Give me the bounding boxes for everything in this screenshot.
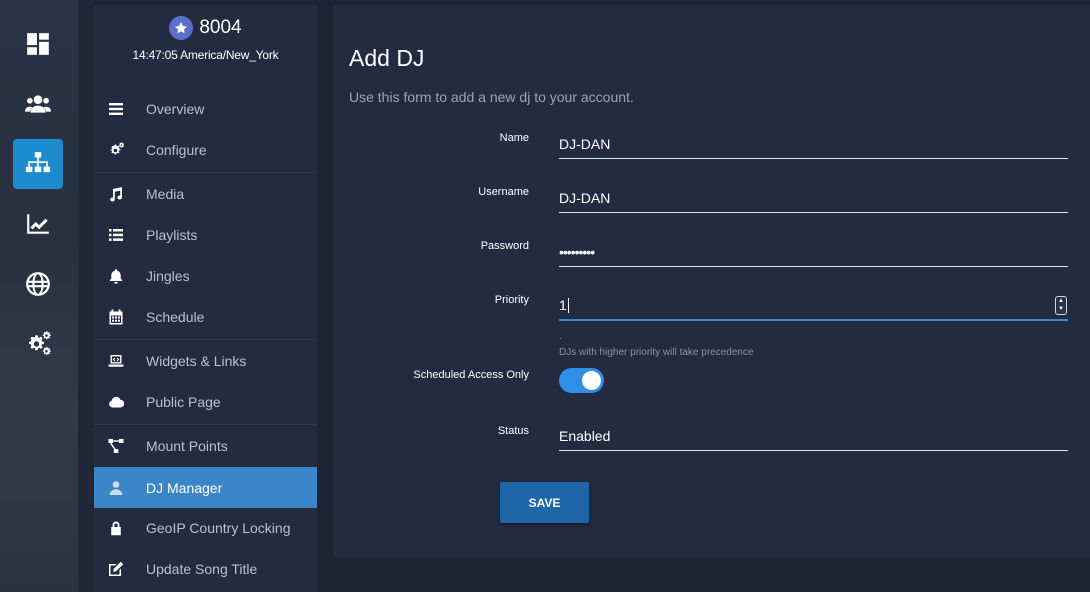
sidebar-item-label: Public Page — [146, 393, 221, 410]
sidebar-item-label: Widgets & Links — [146, 352, 247, 369]
chart-line-icon — [27, 214, 49, 234]
music-icon — [108, 186, 124, 202]
dashboard-icon — [27, 33, 49, 55]
add-dj-card: Add DJ Use this form to add a new dj to … — [333, 5, 1090, 558]
server-title: 8004 — [94, 16, 317, 40]
users-icon — [25, 95, 51, 113]
calendar-icon — [108, 309, 124, 325]
sidebar-item-public-page[interactable]: Public Page — [94, 381, 317, 422]
page-description: Use this form to add a new dj to your ac… — [349, 89, 634, 105]
server-clock: 14:47:05 America/New_York — [132, 48, 279, 62]
sidebar-item-label: Media — [146, 185, 185, 202]
priority-value-wrap: 1 — [559, 297, 1055, 314]
list-icon — [108, 227, 124, 243]
rail-stats[interactable] — [13, 199, 63, 249]
rail-sitemap[interactable] — [13, 139, 63, 189]
sidebar-item-label: Configure — [146, 141, 207, 158]
scheduled-access-toggle[interactable] — [559, 368, 604, 393]
username-value: DJ-DAN — [559, 189, 611, 206]
name-label: Name — [499, 132, 529, 144]
chevron-down-icon[interactable]: ▼ — [1058, 306, 1064, 312]
sidebar-item-label: Mount Points — [146, 437, 228, 454]
sidebar-item-widgets-links[interactable]: Widgets & Links — [94, 340, 317, 381]
icon-rail — [0, 0, 78, 592]
rail-users[interactable] — [13, 79, 63, 129]
priority-value: 1 — [559, 296, 567, 313]
toggle-knob — [582, 371, 601, 390]
password-label: Password — [480, 240, 529, 252]
text-caret — [567, 298, 569, 314]
rail-divider — [78, 0, 94, 592]
lock-icon — [108, 520, 124, 536]
scheduled-access-label: Scheduled Access Only — [413, 369, 529, 381]
sidebar-item-jingles[interactable]: Jingles — [94, 255, 317, 296]
priority-label: Priority — [494, 294, 529, 306]
sitemap-icon — [25, 152, 51, 173]
sidebar-item-label: Schedule — [146, 308, 205, 325]
name-value: DJ-DAN — [559, 135, 611, 152]
priority-stepper[interactable]: ▲ ▼ — [1055, 295, 1067, 315]
laptop-code-icon — [108, 353, 124, 369]
server-name: 8004 — [199, 17, 242, 38]
priority-field[interactable]: 1 ▲ ▼ — [559, 291, 1068, 321]
rail-globe[interactable] — [13, 259, 63, 309]
cogs-icon — [29, 331, 51, 356]
password-field[interactable]: ••••••••• — [559, 237, 1068, 267]
user-icon — [108, 480, 124, 496]
password-value: ••••••••• — [559, 243, 595, 260]
cloud-icon — [108, 394, 124, 410]
bars-icon — [108, 101, 124, 117]
server-header: 8004 14:47:05 America/New_York — [94, 5, 317, 87]
sidebar-item-schedule[interactable]: Schedule — [94, 296, 317, 337]
sidebar-item-configure[interactable]: Configure — [94, 129, 317, 170]
status-select[interactable]: Enabled — [559, 421, 1068, 451]
status-value: Enabled — [559, 427, 611, 444]
globe-icon — [26, 272, 50, 296]
rail-dashboard[interactable] — [13, 19, 63, 69]
save-button[interactable]: SAVE — [500, 482, 589, 523]
username-label: Username — [478, 186, 529, 198]
page-title: Add DJ — [349, 45, 425, 71]
sidebar-item-label: DJ Manager — [146, 479, 223, 496]
bell-icon — [108, 268, 124, 284]
edit-icon — [108, 561, 124, 577]
status-label: Status — [497, 425, 529, 437]
chevron-up-icon[interactable]: ▲ — [1058, 298, 1064, 304]
sidebar-item-update-song-title[interactable]: Update Song Title — [94, 548, 317, 589]
sidebar-item-media[interactable]: Media — [94, 173, 317, 214]
sidebar-item-geoip-country-locking[interactable]: GeoIP Country Locking — [94, 507, 317, 548]
priority-hint: DJs with higher priority will take prece… — [559, 347, 754, 358]
sidebar-item-label: Overview — [146, 100, 205, 117]
sidebar-item-label: Update Song Title — [146, 560, 258, 577]
sidebar-item-label: GeoIP Country Locking — [146, 519, 291, 536]
priority-hint-mark: . — [559, 331, 562, 342]
sidebar-item-label: Jingles — [146, 267, 190, 284]
sidebar-item-overview[interactable]: Overview — [94, 88, 317, 129]
sidebar-item-label: Playlists — [146, 226, 198, 243]
cogs-icon — [108, 141, 124, 158]
sidebar-item-mount-points[interactable]: Mount Points — [94, 425, 317, 466]
server-logo-icon — [169, 16, 194, 40]
username-field[interactable]: DJ-DAN — [559, 183, 1068, 213]
sidebar-item-dj-manager[interactable]: DJ Manager — [94, 467, 317, 508]
server-sidebar: 8004 14:47:05 America/New_York Overview … — [94, 5, 317, 592]
name-field[interactable]: DJ-DAN — [559, 129, 1068, 159]
sidebar-item-playlists[interactable]: Playlists — [94, 214, 317, 255]
rail-settings[interactable] — [13, 319, 63, 369]
project-diagram-icon — [108, 438, 124, 454]
